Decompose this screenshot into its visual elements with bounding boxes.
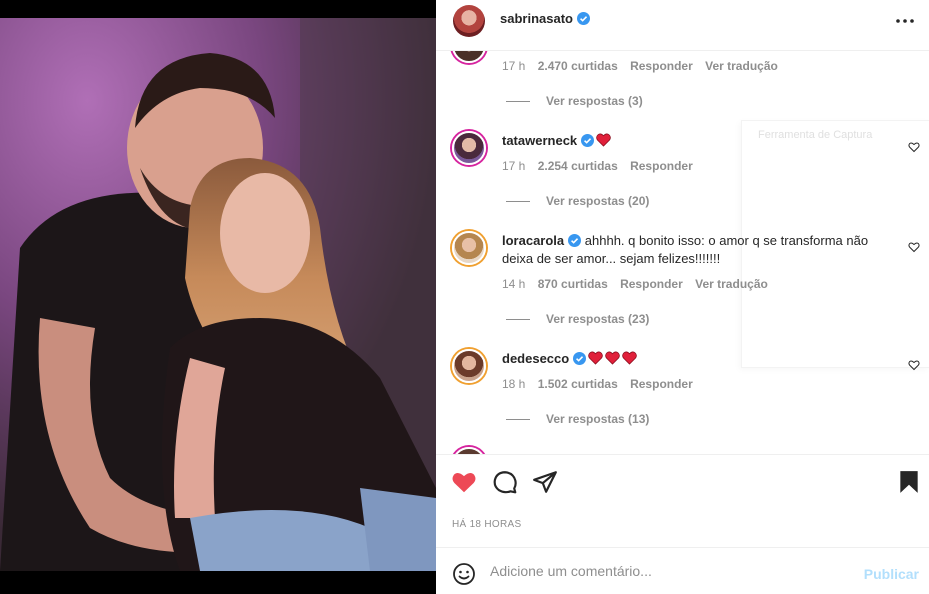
share-send-icon[interactable] xyxy=(532,469,558,495)
more-horizontal-icon xyxy=(896,19,914,23)
verified-badge-icon xyxy=(576,12,590,25)
view-replies-button[interactable]: Ver respostas (20) xyxy=(506,194,649,208)
comment-time[interactable]: 14 h xyxy=(502,277,525,291)
post-timestamp[interactable]: HÁ 18 HORAS xyxy=(452,519,521,530)
view-replies-label[interactable]: Ver respostas (23) xyxy=(546,312,649,326)
comment-bubble-icon[interactable] xyxy=(492,469,518,495)
like-comment-icon[interactable] xyxy=(908,141,920,153)
comment-likes[interactable]: 1.502 curtidas xyxy=(538,377,618,391)
post-sidebar: sabrinasato Ferramenta de Captura 17 h 2… xyxy=(436,0,929,594)
view-replies-button[interactable]: Ver respostas (23) xyxy=(506,312,649,326)
comment-avatar[interactable] xyxy=(452,447,486,454)
comment-meta: 17 h 2.470 curtidas Responder Ver traduç… xyxy=(502,59,787,73)
reply-button[interactable]: Responder xyxy=(620,277,683,291)
comment-avatar[interactable] xyxy=(452,131,486,165)
comment-username[interactable]: dedesecco xyxy=(502,351,637,366)
comment-meta: 18 h 1.502 curtidas Responder xyxy=(502,377,702,391)
add-comment-bar: Publicar xyxy=(436,547,929,594)
comment-username-text[interactable]: tatawerneck xyxy=(502,133,577,148)
comment-username[interactable]: tatawerneck xyxy=(502,133,611,148)
red-heart-emoji xyxy=(596,133,611,147)
comment-likes[interactable]: 2.254 curtidas xyxy=(538,159,618,173)
comment-username[interactable]: loracarola xyxy=(502,233,564,248)
comments-list[interactable]: Ferramenta de Captura 17 h 2.470 curtida… xyxy=(436,51,929,454)
reply-button[interactable]: Responder xyxy=(630,159,693,173)
like-comment-icon[interactable] xyxy=(908,359,920,371)
translate-button[interactable]: Ver tradução xyxy=(695,277,768,291)
like-comment-icon[interactable] xyxy=(908,241,920,253)
ghost-overlay-text: Ferramenta de Captura xyxy=(758,129,873,141)
author-avatar[interactable] xyxy=(453,5,485,37)
publish-button[interactable]: Publicar xyxy=(864,566,919,582)
comment-meta: 14 h 870 curtidas Responder Ver tradução xyxy=(502,277,777,291)
reply-button[interactable]: Responder xyxy=(630,59,693,73)
verified-badge-icon xyxy=(568,234,582,247)
view-replies-label[interactable]: Ver respostas (20) xyxy=(546,194,649,208)
reply-button[interactable]: Responder xyxy=(630,377,693,391)
couple-photo-illustration xyxy=(0,18,436,571)
author-username-text[interactable]: sabrinasato xyxy=(500,11,573,26)
comment-text-line2: deixa de ser amor... sejam felizes!!!!!!… xyxy=(502,251,721,266)
replies-divider xyxy=(506,319,530,321)
translate-button[interactable]: Ver tradução xyxy=(705,59,778,73)
comment-username-text[interactable]: dedesecco xyxy=(502,351,569,366)
post-photo[interactable] xyxy=(0,18,436,571)
comment-text-line1: ahhhh. q bonito isso: o amor q se transf… xyxy=(584,233,869,248)
comment-input[interactable] xyxy=(490,558,850,584)
view-replies-button[interactable]: Ver respostas (13) xyxy=(506,412,649,426)
emoji-smiley-icon[interactable] xyxy=(452,562,476,586)
replies-divider xyxy=(506,419,530,421)
comment-likes[interactable]: 2.470 curtidas xyxy=(538,59,618,73)
comment-time[interactable]: 18 h xyxy=(502,377,525,391)
comment-body: loracarola ahhhh. q bonito isso: o amor … xyxy=(502,232,902,268)
comment-avatar[interactable] xyxy=(452,231,486,265)
post-actions: HÁ 18 HORAS xyxy=(436,454,929,547)
comment-likes[interactable]: 870 curtidas xyxy=(538,277,608,291)
comment-avatar[interactable] xyxy=(452,51,486,63)
comment-avatar[interactable] xyxy=(452,349,486,383)
verified-badge-icon xyxy=(573,352,587,365)
comment-time[interactable]: 17 h xyxy=(502,159,525,173)
like-filled-heart-icon[interactable] xyxy=(451,469,477,495)
comment-meta: 17 h 2.254 curtidas Responder xyxy=(502,159,702,173)
red-heart-emoji xyxy=(588,351,603,365)
verified-badge-icon xyxy=(581,134,595,147)
view-replies-button[interactable]: Ver respostas (3) xyxy=(506,94,643,108)
replies-divider xyxy=(506,201,530,203)
bookmark-saved-icon[interactable] xyxy=(896,469,922,495)
red-heart-emoji xyxy=(605,351,620,365)
view-replies-label[interactable]: Ver respostas (13) xyxy=(546,412,649,426)
post-header: sabrinasato xyxy=(436,0,929,51)
more-options-button[interactable] xyxy=(893,12,917,30)
author-username[interactable]: sabrinasato xyxy=(500,11,590,26)
view-replies-label[interactable]: Ver respostas (3) xyxy=(546,94,643,108)
post-photo-panel xyxy=(0,0,436,594)
replies-divider xyxy=(506,101,530,103)
red-heart-emoji xyxy=(622,351,637,365)
comment-time[interactable]: 17 h xyxy=(502,59,525,73)
